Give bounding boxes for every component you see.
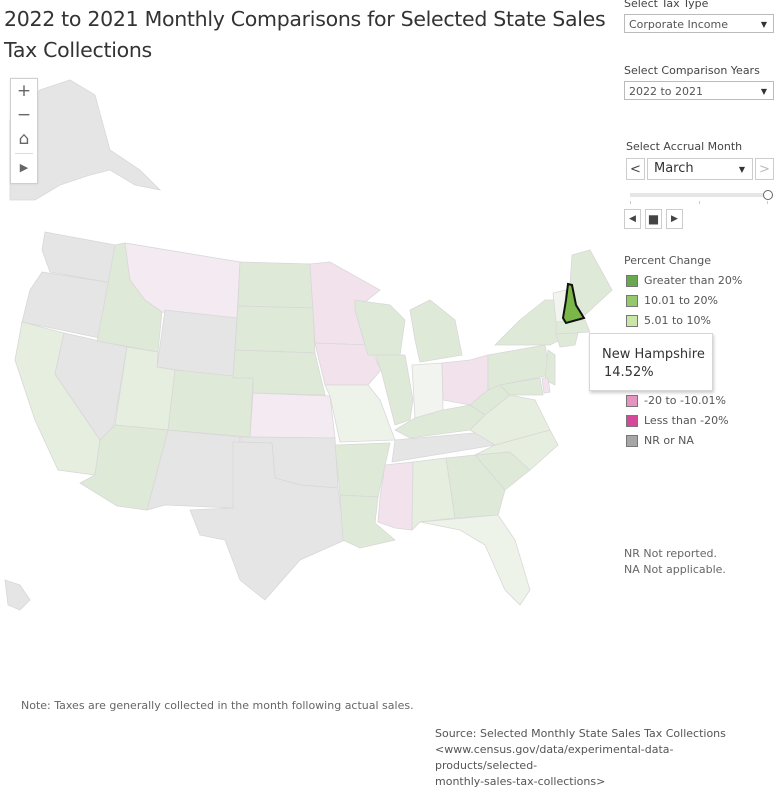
percent-change-legend: Percent Change Greater than 20% 10.01 to…: [624, 254, 776, 447]
chevron-down-icon: ▼: [760, 20, 767, 29]
source-link[interactable]: monthly-sales-tax-collections>: [435, 774, 765, 790]
state-michigan[interactable]: [409, 299, 463, 363]
tax-type-select[interactable]: Corporate Income ▼: [624, 14, 774, 33]
legend-swatch: [626, 395, 638, 407]
state-tooltip: New Hampshire 14.52%: [589, 333, 713, 391]
zoom-out-button[interactable]: −: [11, 103, 37, 127]
state-florida[interactable]: [419, 514, 531, 606]
tax-type-label: Select Tax Type: [624, 0, 709, 10]
state-wyoming[interactable]: [156, 309, 238, 379]
source-citation: Source: Selected Monthly State Sales Tax…: [435, 726, 765, 790]
comparison-years-select[interactable]: 2022 to 2021 ▼: [624, 81, 774, 100]
na-note: NA Not applicable.: [624, 563, 726, 576]
legend-swatch: [626, 275, 638, 287]
home-icon[interactable]: ⌂: [11, 127, 37, 151]
legend-title: Percent Change: [624, 254, 712, 267]
page-title: 2022 to 2021 Monthly Comparisons for Sel…: [4, 7, 606, 62]
state-north-dakota[interactable]: [237, 261, 314, 309]
comparison-years-value: 2022 to 2021: [629, 85, 704, 98]
state-massachusetts[interactable]: [555, 319, 591, 335]
slider-handle[interactable]: [763, 190, 773, 200]
controls-divider: [15, 153, 33, 154]
accrual-month-value: March: [654, 161, 694, 176]
slider-ticks: [630, 201, 770, 205]
legend-label: Less than -20%: [644, 414, 729, 427]
legend-label: -20 to -10.01%: [644, 394, 726, 407]
playback-controls: ◀ ■ ▶: [624, 209, 688, 231]
accrual-month-control: < March ▼ >: [626, 158, 774, 182]
us-choropleth-map[interactable]: [0, 60, 620, 690]
legend-swatch: [626, 295, 638, 307]
footer-note: Note: Taxes are generally collected in t…: [21, 699, 414, 712]
state-connecticut[interactable]: [555, 332, 579, 348]
legend-swatch: [626, 415, 638, 427]
tax-type-value: Corporate Income: [629, 18, 728, 31]
abbreviation-notes: NR Not reported. NA Not applicable.: [624, 546, 726, 578]
accrual-month-select[interactable]: March ▼: [647, 158, 753, 180]
slider-tick: [630, 201, 631, 204]
legend-label: 10.01 to 20%: [644, 294, 718, 307]
legend-item[interactable]: Greater than 20%: [626, 274, 742, 290]
legend-item[interactable]: 5.01 to 10%: [626, 314, 711, 330]
source-link[interactable]: <www.census.gov/data/experimental-data-p…: [435, 742, 765, 774]
state-kansas[interactable]: [249, 392, 336, 439]
play-forward-button[interactable]: ▶: [666, 209, 683, 229]
legend-item[interactable]: -20 to -10.01%: [626, 394, 726, 410]
comparison-years-label: Select Comparison Years: [624, 64, 760, 77]
legend-swatch: [626, 315, 638, 327]
legend-swatch: [626, 435, 638, 447]
state-hawaii[interactable]: [4, 579, 31, 611]
map-controls: + − ⌂ ▶: [10, 78, 38, 184]
slider-track: [630, 193, 764, 197]
state-colorado[interactable]: [167, 369, 254, 438]
legend-item[interactable]: Less than -20%: [626, 414, 729, 430]
next-month-button[interactable]: >: [755, 158, 774, 180]
chevron-down-icon: ▼: [760, 87, 767, 96]
state-missouri[interactable]: [324, 384, 396, 443]
slider-tick: [767, 201, 768, 204]
nr-note: NR Not reported.: [624, 547, 717, 560]
source-line: Source: Selected Monthly State Sales Tax…: [435, 727, 726, 740]
legend-item[interactable]: 10.01 to 20%: [626, 294, 718, 310]
expand-toolbar-icon[interactable]: ▶: [11, 156, 37, 180]
chevron-down-icon: ▼: [738, 165, 745, 174]
state-south-dakota[interactable]: [234, 305, 316, 354]
previous-month-button[interactable]: <: [626, 158, 645, 180]
state-indiana[interactable]: [411, 362, 444, 419]
legend-label: Greater than 20%: [644, 274, 743, 287]
state-new-york[interactable]: [494, 299, 561, 346]
legend-item[interactable]: NR or NA: [626, 434, 694, 450]
tooltip-state-name: New Hampshire: [602, 347, 705, 362]
slider-tick: [699, 201, 700, 204]
play-backward-button[interactable]: ◀: [624, 209, 641, 229]
map-svg: [4, 79, 613, 611]
zoom-in-button[interactable]: +: [11, 79, 37, 103]
stop-button[interactable]: ■: [645, 209, 662, 229]
accrual-month-label: Select Accrual Month: [626, 140, 743, 153]
tooltip-value: 14.52%: [604, 365, 654, 380]
legend-label: 5.01 to 10%: [644, 314, 711, 327]
legend-label: NR or NA: [644, 434, 694, 447]
